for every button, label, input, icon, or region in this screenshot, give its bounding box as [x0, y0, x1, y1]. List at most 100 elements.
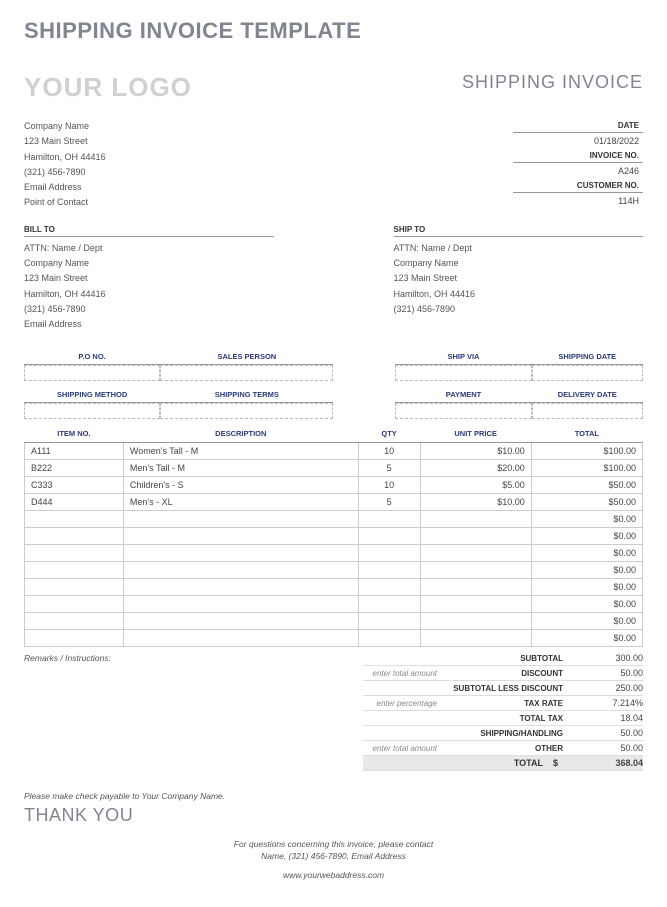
date-label: DATE — [513, 119, 643, 133]
item-desc-cell[interactable] — [123, 629, 358, 646]
other-hint: enter total amount — [363, 744, 437, 753]
delivery-cell[interactable] — [532, 403, 643, 419]
item-total-cell: $0.00 — [531, 595, 642, 612]
item-price-cell[interactable]: $20.00 — [420, 459, 531, 476]
item-price-cell[interactable] — [420, 527, 531, 544]
item-price-cell[interactable] — [420, 544, 531, 561]
item-no-cell[interactable] — [25, 612, 124, 629]
customer-no-label: CUSTOMER NO. — [513, 179, 643, 193]
payable-note: Please make check payable to Your Compan… — [24, 791, 643, 801]
item-price-cell[interactable] — [420, 595, 531, 612]
item-total-cell: $50.00 — [531, 476, 642, 493]
table-row: $0.00 — [25, 612, 643, 629]
terms-header: SHIPPING TERMS — [160, 387, 333, 403]
item-qty-cell[interactable]: 5 — [358, 493, 420, 510]
item-no-cell[interactable] — [25, 595, 124, 612]
company-name: Company Name — [24, 119, 106, 134]
item-qty-cell[interactable]: 5 — [358, 459, 420, 476]
totaltax-label: TOTAL TAX — [443, 714, 573, 723]
footer-line2: Name, (321) 456-7890, Email Address — [24, 850, 643, 863]
other-value: 50.00 — [573, 743, 643, 753]
item-no-cell[interactable]: C333 — [25, 476, 124, 493]
terms-cell[interactable] — [160, 403, 333, 419]
payment-cell[interactable] — [395, 403, 531, 419]
item-desc-cell[interactable] — [123, 544, 358, 561]
item-desc-cell[interactable] — [123, 527, 358, 544]
item-desc-cell[interactable]: Men's - XL — [123, 493, 358, 510]
item-no-cell[interactable] — [25, 544, 124, 561]
shipdate-header: SHIPPING DATE — [532, 349, 643, 365]
item-no-cell[interactable] — [25, 561, 124, 578]
qty-header: QTY — [358, 425, 420, 443]
item-price-cell[interactable] — [420, 561, 531, 578]
method-header: SHIPPING METHOD — [24, 387, 160, 403]
item-total-cell: $0.00 — [531, 527, 642, 544]
item-price-cell[interactable]: $10.00 — [420, 442, 531, 459]
po-cell[interactable] — [24, 365, 160, 381]
itemno-header: ITEM NO. — [25, 425, 124, 443]
item-no-cell[interactable]: A111 — [25, 442, 124, 459]
table-row: $0.00 — [25, 578, 643, 595]
item-total-cell: $100.00 — [531, 459, 642, 476]
thank-you: THANK YOU — [24, 805, 643, 826]
item-qty-cell[interactable] — [358, 544, 420, 561]
delivery-header: DELIVERY DATE — [532, 387, 643, 403]
item-desc-cell[interactable]: Children's - S — [123, 476, 358, 493]
bill-street: 123 Main Street — [24, 271, 274, 286]
table-row: D444Men's - XL5$10.00$50.00 — [25, 493, 643, 510]
company-email: Email Address — [24, 180, 106, 195]
item-no-cell[interactable] — [25, 527, 124, 544]
currency-symbol: $ — [553, 758, 573, 768]
item-no-cell[interactable]: D444 — [25, 493, 124, 510]
ship-city: Hamilton, OH 44416 — [394, 287, 644, 302]
item-desc-cell[interactable]: Men's Tall - M — [123, 459, 358, 476]
bill-company: Company Name — [24, 256, 274, 271]
item-price-cell[interactable] — [420, 510, 531, 527]
item-price-cell[interactable]: $5.00 — [420, 476, 531, 493]
item-qty-cell[interactable] — [358, 578, 420, 595]
table-row: $0.00 — [25, 510, 643, 527]
table-row: A111Women's Tall - M10$10.00$100.00 — [25, 442, 643, 459]
item-no-cell[interactable]: B222 — [25, 459, 124, 476]
shipvia-header: SHIP VIA — [395, 349, 531, 365]
item-qty-cell[interactable] — [358, 595, 420, 612]
item-desc-cell[interactable] — [123, 510, 358, 527]
item-price-cell[interactable] — [420, 578, 531, 595]
discount-value: 50.00 — [573, 668, 643, 678]
grandtotal-label: TOTAL — [423, 758, 553, 768]
taxrate-hint: enter percentage — [363, 699, 437, 708]
shipdate-cell[interactable] — [532, 365, 643, 381]
sales-cell[interactable] — [160, 365, 333, 381]
invoice-meta: DATE 01/18/2022 INVOICE NO. A246 CUSTOME… — [513, 119, 643, 211]
items-table: ITEM NO. DESCRIPTION QTY UNIT PRICE TOTA… — [24, 425, 643, 647]
item-total-cell: $0.00 — [531, 612, 642, 629]
item-no-cell[interactable] — [25, 578, 124, 595]
item-qty-cell[interactable]: 10 — [358, 476, 420, 493]
item-price-cell[interactable] — [420, 629, 531, 646]
item-qty-cell[interactable] — [358, 612, 420, 629]
item-desc-cell[interactable]: Women's Tall - M — [123, 442, 358, 459]
table-row: $0.00 — [25, 629, 643, 646]
ship-to-block: SHIP TO ATTN: Name / Dept Company Name 1… — [394, 225, 644, 333]
desc-header: DESCRIPTION — [123, 425, 358, 443]
item-price-cell[interactable]: $10.00 — [420, 493, 531, 510]
item-no-cell[interactable] — [25, 510, 124, 527]
item-qty-cell[interactable]: 10 — [358, 442, 420, 459]
item-qty-cell[interactable] — [358, 629, 420, 646]
item-qty-cell[interactable] — [358, 510, 420, 527]
item-desc-cell[interactable] — [123, 612, 358, 629]
method-cell[interactable] — [24, 403, 160, 419]
bill-to-title: BILL TO — [24, 225, 274, 237]
item-price-cell[interactable] — [420, 612, 531, 629]
company-info: Company Name 123 Main Street Hamilton, O… — [24, 119, 106, 211]
subless-value: 250.00 — [573, 683, 643, 693]
ship-street: 123 Main Street — [394, 271, 644, 286]
item-qty-cell[interactable] — [358, 527, 420, 544]
shipvia-cell[interactable] — [395, 365, 531, 381]
item-no-cell[interactable] — [25, 629, 124, 646]
item-desc-cell[interactable] — [123, 578, 358, 595]
item-desc-cell[interactable] — [123, 595, 358, 612]
bill-phone: (321) 456-7890 — [24, 302, 274, 317]
item-qty-cell[interactable] — [358, 561, 420, 578]
item-desc-cell[interactable] — [123, 561, 358, 578]
